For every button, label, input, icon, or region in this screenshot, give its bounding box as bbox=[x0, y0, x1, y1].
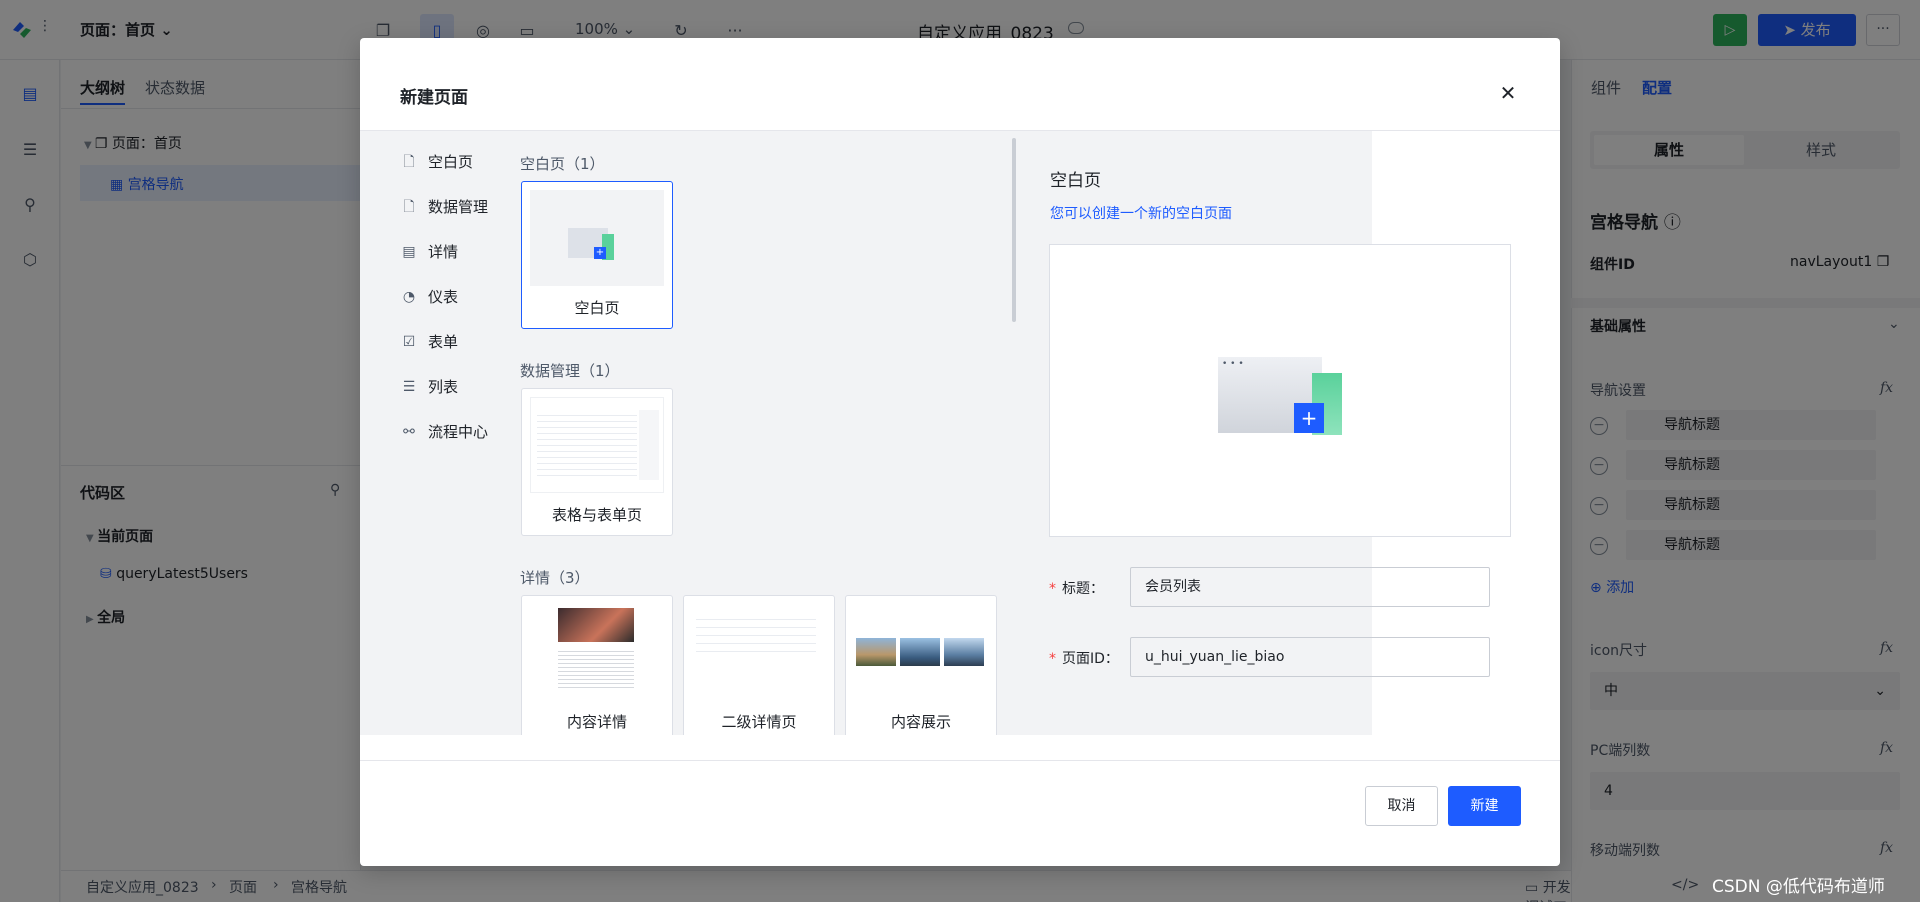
new-page-dialog: 新建页面 ✕ 🗋 空白页 🗋 数据管理 ▤ 详情 ◔ 仪表 ☑ 表单 ☰ 列表 ⚯ 流程中心 … bbox=[360, 38, 1560, 866]
page-id-field-label: * 页面ID： bbox=[1049, 651, 1119, 667]
checkbox-icon: ☑ bbox=[402, 334, 416, 350]
window-dots-icon: • • • bbox=[1222, 359, 1244, 369]
category-workflow[interactable]: ⚯ 流程中心 bbox=[400, 421, 488, 443]
category-label: 空白页 bbox=[428, 153, 474, 171]
title-label-text: 标题： bbox=[1062, 581, 1104, 597]
table-lines bbox=[537, 410, 637, 480]
close-icon[interactable]: ✕ bbox=[1496, 81, 1520, 105]
detail-icon: ▤ bbox=[402, 244, 416, 260]
category-detail[interactable]: ▤ 详情 bbox=[400, 241, 458, 263]
section-title-data-management: 数据管理（1） bbox=[520, 362, 620, 380]
file-icon: 🗋 bbox=[403, 154, 415, 170]
template-thumbnail bbox=[530, 397, 664, 493]
category-label: 流程中心 bbox=[428, 423, 489, 441]
category-list[interactable]: ☰ 列表 bbox=[400, 376, 458, 398]
text-lines bbox=[558, 648, 634, 688]
category-data-management[interactable]: 🗋 数据管理 bbox=[400, 196, 488, 218]
section-title-detail: 详情（3） bbox=[520, 569, 590, 587]
watermark: CSDN @低代码布道师 bbox=[1712, 877, 1885, 897]
category-label: 仪表 bbox=[428, 288, 459, 306]
category-nav: 🗋 空白页 🗋 数据管理 ▤ 详情 ◔ 仪表 ☑ 表单 ☰ 列表 ⚯ 流程中心 bbox=[360, 131, 508, 735]
template-thumbnail bbox=[854, 604, 988, 700]
create-button[interactable]: 新建 bbox=[1448, 786, 1521, 826]
file-icon: 🗋 bbox=[403, 199, 415, 215]
template-card-content-detail[interactable]: 内容详情 bbox=[521, 595, 673, 735]
section-title-blank: 空白页（1） bbox=[520, 155, 605, 173]
gallery-scrollbar[interactable] bbox=[1012, 138, 1016, 322]
dialog-title: 新建页面 bbox=[400, 88, 468, 108]
gauge-icon: ◔ bbox=[402, 289, 416, 305]
title-input[interactable]: 会员列表 bbox=[1130, 567, 1490, 607]
photo-shape bbox=[856, 638, 896, 666]
preview-description: 您可以创建一个新的空白页面 bbox=[1050, 206, 1232, 222]
plus-icon: + bbox=[1294, 403, 1324, 433]
photo-shape bbox=[900, 638, 940, 666]
template-thumbnail bbox=[692, 604, 826, 700]
category-label: 列表 bbox=[428, 378, 459, 396]
template-card-content-showcase[interactable]: 内容展示 bbox=[845, 595, 997, 735]
category-label: 表单 bbox=[428, 333, 459, 351]
template-card-label: 二级详情页 bbox=[721, 713, 797, 731]
plus-icon: + bbox=[594, 247, 606, 259]
category-label: 数据管理 bbox=[428, 198, 489, 216]
template-card-label: 表格与表单页 bbox=[551, 506, 642, 524]
template-thumbnail: + bbox=[530, 190, 664, 286]
template-card-label: 内容详情 bbox=[566, 713, 627, 731]
title-field-label: * 标题： bbox=[1049, 581, 1104, 597]
form-column bbox=[639, 410, 659, 480]
cancel-button[interactable]: 取消 bbox=[1365, 786, 1438, 826]
page-id-input[interactable]: u_hui_yuan_lie_biao bbox=[1130, 637, 1490, 677]
text-lines bbox=[696, 612, 816, 652]
list-icon: ☰ bbox=[402, 379, 416, 395]
template-card-label: 空白页 bbox=[574, 299, 620, 317]
workflow-icon: ⚯ bbox=[403, 424, 415, 440]
preview-title: 空白页 bbox=[1050, 171, 1101, 191]
divider bbox=[360, 760, 1560, 761]
template-card-label: 内容展示 bbox=[890, 713, 951, 731]
template-card-secondary-detail[interactable]: 二级详情页 bbox=[683, 595, 835, 735]
page-id-label-text: 页面ID： bbox=[1062, 651, 1119, 667]
category-dashboard[interactable]: ◔ 仪表 bbox=[400, 286, 458, 308]
template-card-blank[interactable]: + 空白页 bbox=[521, 181, 673, 329]
category-form[interactable]: ☑ 表单 bbox=[400, 331, 458, 353]
template-card-table-form[interactable]: 表格与表单页 bbox=[521, 388, 673, 536]
template-thumbnail bbox=[530, 604, 664, 700]
photo-shape bbox=[944, 638, 984, 666]
category-blank[interactable]: 🗋 空白页 bbox=[400, 151, 473, 173]
category-label: 详情 bbox=[428, 243, 459, 261]
photo-shape bbox=[558, 608, 634, 642]
preview-image: • • • + bbox=[1049, 244, 1511, 537]
